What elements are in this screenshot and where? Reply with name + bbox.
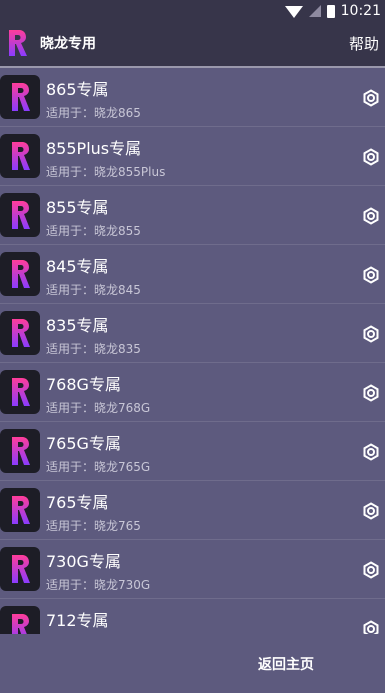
bottom-bar: 返回主页 — [0, 634, 385, 693]
item-title: 845专属 — [46, 257, 109, 276]
status-icons: 10:21 — [284, 0, 381, 22]
item-app-icon — [0, 311, 40, 355]
item-app-icon — [0, 606, 40, 634]
status-bar: 10:21 — [0, 0, 385, 22]
item-title: 855Plus专属 — [46, 139, 142, 158]
item-title: 730G专属 — [46, 552, 121, 571]
item-subtitle: 适用于：晓龙845 — [46, 283, 141, 297]
item-subtitle: 适用于：晓龙765 — [46, 519, 141, 533]
settings-gear-icon[interactable] — [361, 442, 381, 462]
chip-list: 865专属 适用于：晓龙865 855Plus专属 适用于：晓龙855Plus … — [0, 68, 385, 634]
list-item[interactable]: 765G专属 适用于：晓龙765G — [0, 422, 385, 481]
settings-gear-icon[interactable] — [361, 324, 381, 344]
item-subtitle: 适用于：晓龙855 — [46, 224, 141, 238]
settings-gear-icon[interactable] — [361, 619, 381, 634]
help-button[interactable]: 帮助 — [349, 22, 379, 66]
app-title: 晓龙专用 — [40, 36, 96, 52]
item-app-icon — [0, 252, 40, 296]
settings-gear-icon[interactable] — [361, 88, 381, 108]
item-app-icon — [0, 547, 40, 591]
item-app-icon — [0, 429, 40, 473]
settings-gear-icon[interactable] — [361, 206, 381, 226]
settings-gear-icon[interactable] — [361, 265, 381, 285]
list-item[interactable]: 855专属 适用于：晓龙855 — [0, 186, 385, 245]
list-item[interactable]: 855Plus专属 适用于：晓龙855Plus — [0, 127, 385, 186]
item-subtitle: 适用于：晓龙730G — [46, 578, 151, 592]
item-title: 865专属 — [46, 80, 109, 99]
settings-gear-icon[interactable] — [361, 560, 381, 580]
item-app-icon — [0, 488, 40, 532]
wifi-icon — [284, 6, 303, 18]
home-button[interactable]: 返回主页 — [258, 654, 314, 674]
item-title: 765专属 — [46, 493, 109, 512]
item-subtitle: 适用于：晓龙765G — [46, 460, 151, 474]
item-app-icon — [0, 370, 40, 414]
item-title: 765G专属 — [46, 434, 121, 453]
item-title: 855专属 — [46, 198, 109, 217]
settings-gear-icon[interactable] — [361, 383, 381, 403]
settings-gear-icon[interactable] — [361, 501, 381, 521]
list-item[interactable]: 865专属 适用于：晓龙865 — [0, 68, 385, 127]
list-item[interactable]: 768G专属 适用于：晓龙768G — [0, 363, 385, 422]
item-title: 712专属 — [46, 611, 109, 630]
item-subtitle: 适用于：晓龙855Plus — [46, 165, 166, 179]
settings-gear-icon[interactable] — [361, 147, 381, 167]
list-item[interactable]: 845专属 适用于：晓龙845 — [0, 245, 385, 304]
signal-icon — [308, 5, 321, 17]
item-app-icon — [0, 193, 40, 237]
app-logo-icon — [6, 28, 28, 58]
item-subtitle: 适用于：晓龙865 — [46, 106, 141, 120]
app-bar: 晓龙专用 帮助 — [0, 22, 385, 66]
item-app-icon — [0, 134, 40, 178]
item-subtitle: 适用于：晓龙768G — [46, 401, 151, 415]
item-app-icon — [0, 75, 40, 119]
list-item[interactable]: 730G专属 适用于：晓龙730G — [0, 540, 385, 599]
item-title: 768G专属 — [46, 375, 121, 394]
clock: 10:21 — [340, 3, 381, 19]
item-subtitle: 适用于：晓龙835 — [46, 342, 141, 356]
list-item[interactable]: 712专属 适用于：晓龙712 — [0, 599, 385, 634]
list-item[interactable]: 835专属 适用于：晓龙835 — [0, 304, 385, 363]
battery-icon — [326, 4, 335, 18]
item-title: 835专属 — [46, 316, 109, 335]
list-item[interactable]: 765专属 适用于：晓龙765 — [0, 481, 385, 540]
